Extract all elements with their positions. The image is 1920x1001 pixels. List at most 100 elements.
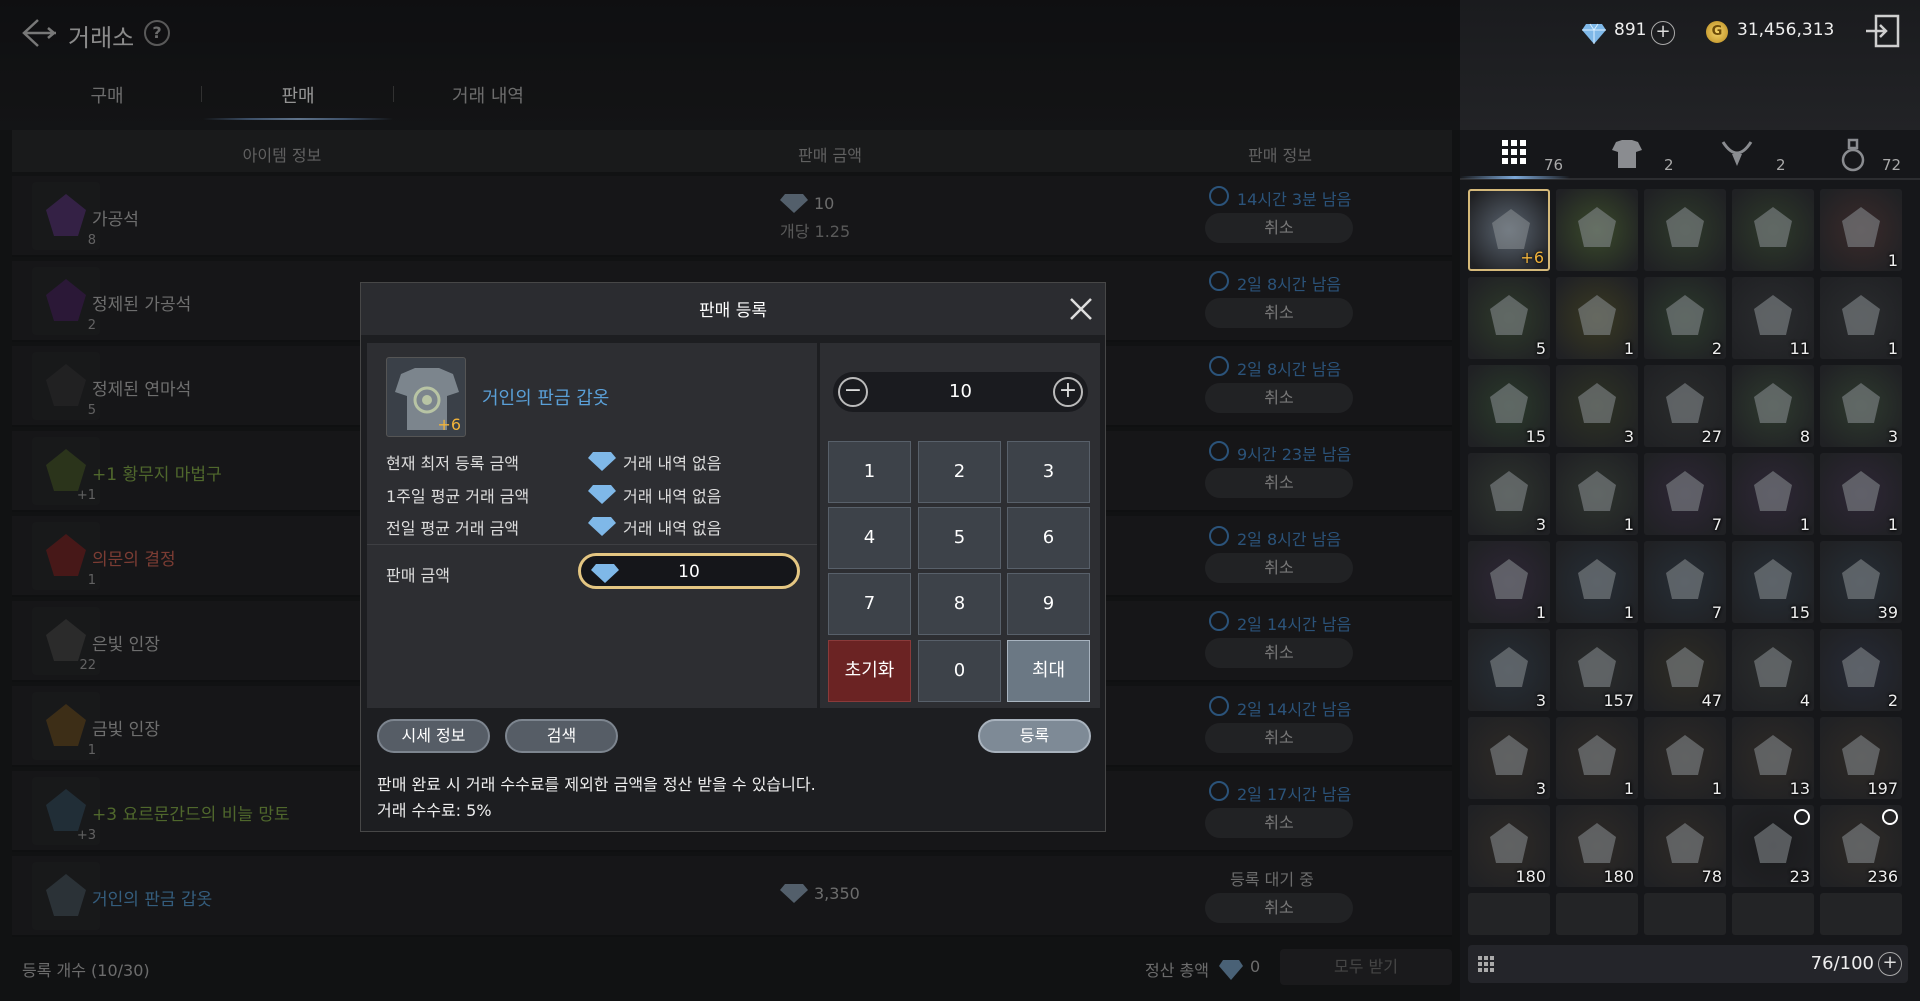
ore-icon — [1484, 291, 1534, 341]
blue-ore-icon — [1660, 555, 1710, 605]
inventory-tab-equipment[interactable] — [1600, 138, 1660, 178]
gold-balance: 31,456,313 — [1737, 20, 1835, 40]
key-0[interactable]: 0 — [918, 640, 1001, 702]
lowest-price-value: 거래 내역 없음 — [623, 454, 722, 473]
inventory-slot[interactable]: 1 — [1820, 277, 1902, 359]
inventory-slot[interactable]: 2 — [1644, 277, 1726, 359]
rune-stone-icon — [1836, 291, 1886, 341]
diamond-icon — [591, 562, 619, 584]
key-2[interactable]: 2 — [918, 441, 1001, 503]
inventory-slot[interactable]: 15 — [1468, 365, 1550, 447]
inventory-slot[interactable]: 1 — [1732, 453, 1814, 535]
slot-count: 180 — [1515, 867, 1546, 886]
inventory-tab-all[interactable] — [1490, 138, 1550, 178]
diamond-balance: 891 — [1614, 20, 1647, 40]
slot-count: 27 — [1701, 427, 1722, 446]
inventory-slot[interactable]: 1 — [1556, 541, 1638, 623]
inventory-slot[interactable] — [1644, 893, 1726, 935]
inventory-slot[interactable]: 1 — [1820, 453, 1902, 535]
inventory-slot[interactable]: 7 — [1644, 541, 1726, 623]
inventory-slot[interactable]: 1 — [1556, 717, 1638, 799]
key-7[interactable]: 7 — [828, 573, 911, 635]
key-1[interactable]: 1 — [828, 441, 911, 503]
inventory-slot[interactable]: 4 — [1732, 629, 1814, 711]
reset-button[interactable]: 초기화 — [828, 640, 911, 702]
inventory-slot[interactable]: 3 — [1820, 365, 1902, 447]
inventory-slot[interactable]: 11 — [1732, 277, 1814, 359]
inventory-tab-consumable[interactable] — [1826, 138, 1886, 178]
inventory-slot[interactable]: 1 — [1644, 717, 1726, 799]
inventory-slot[interactable]: 1 — [1556, 453, 1638, 535]
inventory-slot[interactable]: 23 — [1732, 805, 1814, 887]
inventory-slot[interactable]: 3 — [1468, 717, 1550, 799]
key-9[interactable]: 9 — [1007, 573, 1090, 635]
inventory-slot[interactable]: 8 — [1732, 365, 1814, 447]
inventory-slot[interactable]: 1 — [1556, 277, 1638, 359]
inventory-tab-accessory[interactable] — [1710, 138, 1770, 178]
key-6[interactable]: 6 — [1007, 507, 1090, 569]
inventory-slot[interactable]: 236 — [1820, 805, 1902, 887]
inventory-slot[interactable] — [1556, 189, 1638, 271]
expand-inventory-button[interactable]: + — [1878, 952, 1902, 976]
inventory-slot[interactable]: 5 — [1468, 277, 1550, 359]
inventory-slot[interactable]: 7 — [1644, 453, 1726, 535]
key-4[interactable]: 4 — [828, 507, 911, 569]
grid-icon[interactable] — [1478, 956, 1494, 972]
amber-stone-icon — [1572, 291, 1622, 341]
slot-count: 3 — [1535, 779, 1546, 798]
add-diamond-button[interactable]: + — [1651, 21, 1675, 45]
inventory-slot[interactable] — [1732, 189, 1814, 271]
close-icon[interactable] — [1068, 296, 1094, 322]
market-info-button[interactable]: 시세 정보 — [377, 719, 490, 753]
prev-day-avg-label: 전일 평균 거래 금액 — [386, 519, 520, 538]
inventory-slot[interactable]: 157 — [1556, 629, 1638, 711]
inventory-slot[interactable] — [1644, 189, 1726, 271]
inventory-slot[interactable]: 27 — [1644, 365, 1726, 447]
week-avg-label: 1주일 평균 거래 금액 — [386, 487, 530, 506]
bone-claw-icon — [1660, 731, 1710, 781]
inventory-slot[interactable]: 3 — [1468, 629, 1550, 711]
bone-claw-icon — [1572, 731, 1622, 781]
gold-icon: G — [1706, 21, 1728, 43]
parchment-rune-icon — [1660, 819, 1710, 869]
inventory-slot[interactable]: 197 — [1820, 717, 1902, 799]
search-button[interactable]: 검색 — [505, 719, 618, 753]
inventory-slot[interactable] — [1556, 893, 1638, 935]
increase-button[interactable]: + — [1053, 377, 1083, 407]
inventory-slot[interactable]: 180 — [1556, 805, 1638, 887]
inventory-slot[interactable]: +6 — [1468, 189, 1550, 271]
inventory-slot[interactable]: 1 — [1820, 189, 1902, 271]
grid-icon — [1502, 140, 1526, 164]
inventory-slot[interactable]: 1 — [1468, 541, 1550, 623]
inventory-slot[interactable]: 180 — [1468, 805, 1550, 887]
diamond-icon — [1582, 22, 1606, 44]
inventory-tab-count: 2 — [1664, 156, 1674, 174]
key-5[interactable]: 5 — [918, 507, 1001, 569]
key-3[interactable]: 3 — [1007, 441, 1090, 503]
parchment-sword-icon — [1484, 819, 1534, 869]
inventory-slot[interactable] — [1468, 893, 1550, 935]
inventory-slot[interactable] — [1732, 893, 1814, 935]
inventory-slot[interactable] — [1820, 893, 1902, 935]
exit-icon[interactable] — [1862, 12, 1902, 50]
timer-icon — [1794, 809, 1810, 825]
slot-count: 1 — [1623, 515, 1634, 534]
sale-price-input[interactable]: 10 — [578, 553, 800, 589]
inventory-slot[interactable]: 3 — [1556, 365, 1638, 447]
scroll-helm-icon — [1836, 467, 1886, 517]
week-avg-value: 거래 내역 없음 — [623, 487, 722, 506]
key-8[interactable]: 8 — [918, 573, 1001, 635]
inventory-slot[interactable]: 15 — [1732, 541, 1814, 623]
decrease-button[interactable]: − — [838, 377, 868, 407]
parchment-shield-icon — [1572, 819, 1622, 869]
max-button[interactable]: 최대 — [1007, 640, 1090, 702]
inventory-slot[interactable]: 3 — [1468, 453, 1550, 535]
settlement-note: 판매 완료 시 거래 수수료를 제외한 금액을 정산 받을 수 있습니다. — [377, 775, 816, 794]
inventory-slot[interactable]: 78 — [1644, 805, 1726, 887]
register-button[interactable]: 등록 — [978, 719, 1091, 753]
inventory-slot[interactable]: 39 — [1820, 541, 1902, 623]
inventory-slot[interactable]: 2 — [1820, 629, 1902, 711]
inventory-slot[interactable]: 47 — [1644, 629, 1726, 711]
inventory-slot[interactable]: 13 — [1732, 717, 1814, 799]
dialog-title: 판매 등록 — [699, 301, 767, 321]
